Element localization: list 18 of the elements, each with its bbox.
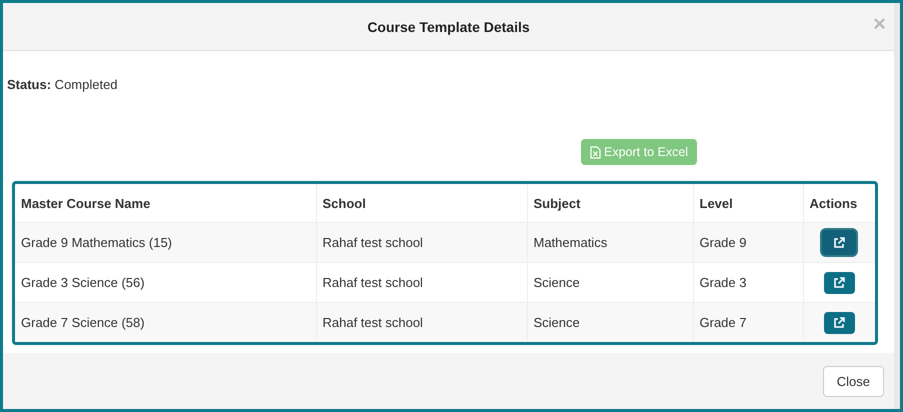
dialog-title: Course Template Details [367,18,530,34]
table-cell: Grade 7 [693,302,803,342]
table-cell: Grade 9 Mathematics (15) [15,222,316,262]
open-button[interactable] [824,272,855,294]
table-cell: Mathematics [527,222,693,262]
table-cell: Rahaf test school [316,222,527,262]
close-button[interactable]: Close [822,366,884,396]
external-link-icon [833,316,846,328]
spreadsheet-icon [590,146,601,158]
external-link-icon [833,236,846,248]
table-cell: Rahaf test school [316,302,527,342]
open-button[interactable] [822,230,856,255]
open-button[interactable] [824,312,855,334]
status-text: Status: Completed [7,77,119,92]
external-link-icon [833,276,846,288]
table-cell: Science [527,302,693,342]
table-cell: Grade 7 Science (58) [15,302,316,342]
table-cell: Grade 9 [693,222,803,262]
